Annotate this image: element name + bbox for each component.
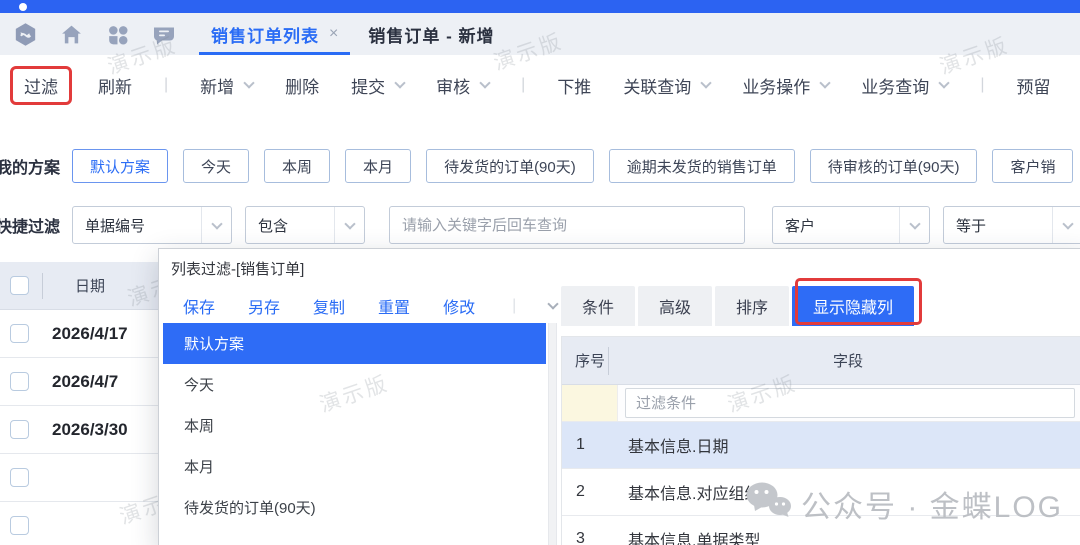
chevron-down-icon: [201, 207, 231, 243]
chevron-down-icon: [899, 207, 929, 243]
date-column-header: 日期: [43, 275, 137, 296]
tab-sales-order-new[interactable]: 销售订单 - 新增: [368, 22, 494, 47]
business-operation-button[interactable]: 业务操作: [742, 73, 829, 98]
app-tab-bar: 销售订单列表 × 销售订单 - 新增: [0, 13, 1080, 55]
home-icon[interactable]: [59, 22, 84, 47]
column-row[interactable]: 3 基本信息.单据类型: [562, 516, 1080, 545]
my-scheme-label: 我的方案: [0, 154, 62, 178]
reset-button[interactable]: 重置: [378, 294, 410, 318]
chevron-down-icon: [820, 77, 831, 88]
push-down-button[interactable]: 下推: [557, 73, 591, 98]
filter-button[interactable]: 过滤: [10, 66, 72, 105]
chevron-down-icon[interactable]: [548, 298, 559, 309]
row-checkbox[interactable]: [10, 324, 29, 343]
add-button[interactable]: 新增: [200, 73, 253, 98]
copy-button[interactable]: 复制: [313, 294, 345, 318]
toolbar-separator: |: [980, 76, 984, 94]
tab-advanced[interactable]: 高级: [638, 286, 712, 326]
list-toolbar: 过滤 刷新 | 新增 删除 提交 审核 | 下推 关联查询 业务操作 业务查询 …: [0, 55, 1080, 115]
delete-button[interactable]: 删除: [285, 73, 319, 98]
related-query-button[interactable]: 关联查询: [623, 73, 710, 98]
quick-filter-bar: 快捷过滤 单据编号 包含 客户 等于: [0, 205, 1080, 245]
scheme-button-overdue-unshipped[interactable]: 逾期未发货的销售订单: [609, 149, 795, 183]
chevron-down-icon: [394, 77, 405, 88]
keyword-search-input[interactable]: [389, 206, 745, 244]
chevron-down-icon: [334, 207, 364, 243]
index-column-header: 序号: [562, 350, 608, 371]
date-cell: 2026/4/7: [52, 372, 118, 392]
scheme-list-item-default[interactable]: 默认方案: [163, 323, 546, 364]
scheme-list-item-to-ship-90d[interactable]: 待发货的订单(90天): [163, 487, 546, 528]
tab-close-icon[interactable]: ×: [329, 25, 338, 43]
audit-button[interactable]: 审核: [436, 73, 489, 98]
column-filter-input[interactable]: [625, 388, 1075, 418]
tab-sales-order-list[interactable]: 销售订单列表 ×: [199, 13, 350, 55]
business-query-button[interactable]: 业务查询: [861, 73, 948, 98]
scheme-button-to-ship-90d[interactable]: 待发货的订单(90天): [426, 149, 594, 183]
tab-show-hide-columns[interactable]: 显示隐藏列: [792, 286, 914, 326]
chevron-down-icon: [701, 77, 712, 88]
refresh-button[interactable]: 刷新: [98, 73, 132, 98]
dialog-tab-bar: 条件 高级 排序 显示隐藏列: [561, 284, 914, 326]
scheme-button-customer-sales[interactable]: 客户销: [992, 149, 1073, 183]
window-top-strip: [0, 0, 1080, 13]
logo-icon[interactable]: [13, 22, 38, 47]
dialog-title: 列表过滤-[销售订单]: [171, 258, 304, 279]
scheme-list: 默认方案 今天 本周 本月 待发货的订单(90天): [163, 323, 546, 545]
message-icon[interactable]: [151, 22, 177, 47]
filter-index-cell: [562, 385, 618, 421]
date-cell: 2026/4/17: [52, 324, 128, 344]
chevron-down-icon: [243, 77, 254, 88]
scheme-button-this-week[interactable]: 本周: [264, 149, 330, 183]
select-all-checkbox[interactable]: [10, 276, 29, 295]
toolbar-separator: |: [164, 76, 168, 94]
scheme-button-this-month[interactable]: 本月: [345, 149, 411, 183]
action-separator: |: [512, 297, 516, 315]
scheme-button-to-audit-90d[interactable]: 待审核的订单(90天): [810, 149, 978, 183]
scheme-list-item-today[interactable]: 今天: [163, 364, 546, 405]
list-filter-dialog: 列表过滤-[销售订单] 保存 另存 复制 重置 修改 | 默认方案 今天 本周 …: [158, 248, 1080, 545]
scheme-list-item-this-week[interactable]: 本周: [163, 405, 546, 446]
submit-button[interactable]: 提交: [351, 73, 404, 98]
operator-select-2[interactable]: 等于: [943, 206, 1080, 244]
date-cell: 2026/3/30: [52, 420, 128, 440]
scheme-button-default[interactable]: 默认方案: [72, 149, 168, 183]
chevron-down-icon: [1052, 207, 1080, 243]
columns-table-header: 序号 字段: [562, 337, 1080, 385]
row-checkbox[interactable]: [10, 468, 29, 487]
tab-sort[interactable]: 排序: [715, 286, 789, 326]
columns-table: 序号 字段 1 基本信息.日期 2 基本信息.对应组织 3 基本信息.单据类型: [561, 336, 1080, 545]
field-select[interactable]: 单据编号: [72, 206, 232, 244]
scheme-button-today[interactable]: 今天: [183, 149, 249, 183]
chevron-down-icon: [939, 77, 950, 88]
scheme-button-group: 默认方案 今天 本周 本月 待发货的订单(90天) 逾期未发货的销售订单 待审核…: [72, 149, 1073, 183]
toolbar-separator: |: [521, 76, 525, 94]
save-as-button[interactable]: 另存: [248, 294, 280, 318]
scheme-list-item-this-month[interactable]: 本月: [163, 446, 546, 487]
field-column-header: 字段: [609, 350, 1080, 371]
column-row[interactable]: 2 基本信息.对应组织: [562, 469, 1080, 516]
panel-divider: [548, 323, 557, 545]
save-button[interactable]: 保存: [183, 294, 215, 318]
operator-select[interactable]: 包含: [245, 206, 365, 244]
quick-filter-label: 快捷过滤: [0, 213, 62, 237]
row-checkbox[interactable]: [10, 420, 29, 439]
app-icon-group: [0, 22, 177, 47]
field-select-2[interactable]: 客户: [772, 206, 930, 244]
window-indicator-dot: [19, 3, 27, 11]
modify-button[interactable]: 修改: [443, 294, 475, 318]
tab-label: 销售订单列表: [211, 22, 319, 47]
chevron-down-icon: [479, 77, 490, 88]
reserve-button[interactable]: 预留: [1016, 73, 1050, 98]
row-checkbox[interactable]: [10, 516, 29, 535]
my-scheme-bar: 我的方案 默认方案 今天 本周 本月 待发货的订单(90天) 逾期未发货的销售订…: [0, 144, 1080, 188]
tab-conditions[interactable]: 条件: [561, 286, 635, 326]
column-row[interactable]: 1 基本信息.日期: [562, 422, 1080, 469]
row-checkbox[interactable]: [10, 372, 29, 391]
dialog-action-bar: 保存 另存 复制 重置 修改 |: [183, 289, 557, 323]
column-filter-row: [562, 385, 1080, 422]
apps-grid-icon[interactable]: [105, 22, 130, 47]
